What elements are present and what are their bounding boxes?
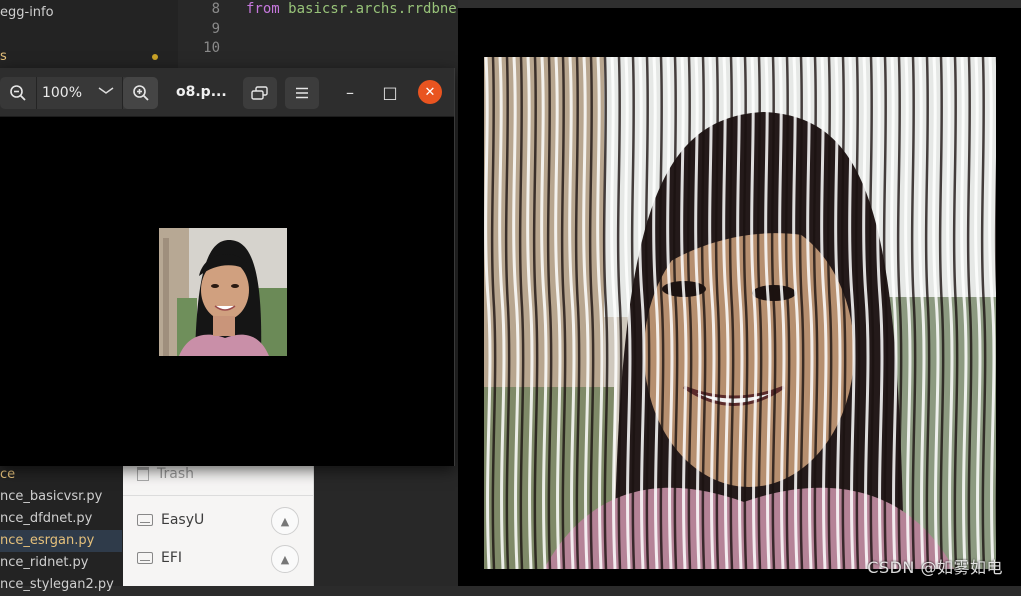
window-top-edge	[458, 0, 1021, 8]
minimize-button[interactable]: –	[338, 80, 362, 104]
close-icon: ✕	[424, 84, 436, 100]
tree-item[interactable]: s	[0, 46, 7, 68]
window-title: o8.p...	[176, 84, 227, 100]
tree-item[interactable]: egg-info	[0, 2, 54, 24]
drive-icon	[137, 514, 153, 526]
close-button[interactable]: ✕	[418, 80, 442, 104]
line-number: 10	[203, 40, 220, 56]
eject-icon: ▲	[280, 552, 290, 566]
tree-item[interactable]: nce_stylegan2.py	[0, 574, 114, 596]
zoom-control: 100%	[0, 77, 158, 109]
zoom-in-button[interactable]	[123, 77, 158, 109]
tree-item[interactable]: nce_dfdnet.py	[0, 508, 92, 530]
minimize-icon: –	[346, 82, 354, 102]
drive-icon	[137, 552, 153, 564]
code-area[interactable]: from basicsr.archs.rrdbne	[246, 0, 460, 70]
input-photo	[159, 228, 287, 356]
eject-icon: ▲	[280, 514, 290, 528]
zoom-level-value[interactable]: 100%	[36, 77, 88, 109]
line-gutter: 8 9 10	[178, 0, 238, 70]
watermark-text: CSDN @如雾如电	[867, 558, 1003, 577]
modified-dot-icon	[152, 54, 158, 60]
tree-item-selected[interactable]: nce_esrgan.py	[0, 530, 122, 552]
divider	[123, 495, 313, 496]
maximize-icon: □	[382, 82, 398, 102]
eject-easyu-button[interactable]: ▲	[271, 507, 299, 535]
zoom-in-icon	[132, 85, 149, 101]
rotate-icon	[251, 86, 268, 100]
zoom-dropdown-chevron-icon[interactable]	[98, 77, 114, 109]
tree-item[interactable]: nce_basicvsr.py	[0, 486, 102, 508]
line-number: 9	[211, 21, 220, 37]
zoom-out-icon	[10, 85, 26, 101]
rotate-button[interactable]	[243, 77, 277, 109]
output-image-window: CSDN @如雾如电	[458, 0, 1021, 586]
code-keyword: from	[246, 1, 280, 17]
sidebar-item-efi[interactable]: EFI	[137, 546, 182, 570]
menu-button[interactable]	[285, 77, 319, 109]
code-line[interactable]: from basicsr.archs.rrdbne	[246, 1, 457, 17]
line-number: 8	[211, 1, 220, 17]
tree-item[interactable]: ce	[0, 464, 15, 486]
trash-icon	[137, 467, 149, 481]
sidebar-item-label: EFI	[161, 550, 183, 566]
eject-efi-button[interactable]: ▲	[271, 545, 299, 573]
tree-item[interactable]: nce_ridnet.py	[0, 552, 89, 574]
zoom-out-button[interactable]	[0, 77, 36, 109]
sidebar-item-easyu[interactable]: EasyU	[137, 508, 204, 532]
sidebar-item-label: EasyU	[161, 512, 205, 528]
viewer-headerbar[interactable]: 100% o8.p... – □ ✕	[0, 68, 454, 117]
maximize-button[interactable]: □	[378, 80, 402, 104]
files-sidebar: Trash EasyU ▲ EFI ▲	[123, 464, 314, 586]
output-photo	[484, 57, 996, 569]
code-module: basicsr.archs.rrdbne	[288, 1, 457, 17]
hamburger-menu-icon	[296, 87, 308, 99]
image-viewer-window: 100% o8.p... – □ ✕	[0, 68, 455, 466]
